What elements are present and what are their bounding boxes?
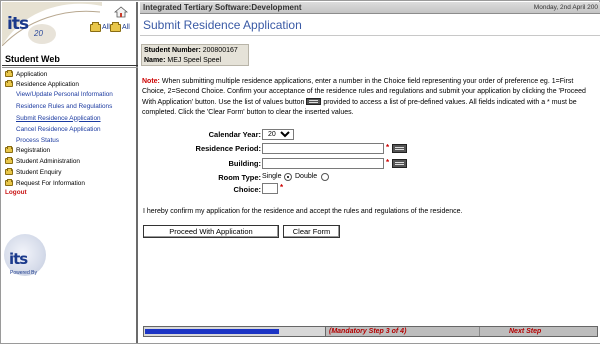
collapse-all-label: All <box>122 24 130 31</box>
logo-area: its 20 All All <box>2 2 138 46</box>
confirmation-text: I hereby confirm my application for the … <box>143 208 463 215</box>
folder-icon <box>5 70 13 77</box>
sidebar-title: Student Web <box>5 54 60 64</box>
sidebar-item-label: Residence Application <box>16 80 79 88</box>
sidebar-item-submit-residence-application[interactable]: Submit Residence Application <box>16 113 101 123</box>
page-title: Submit Residence Application <box>143 18 302 32</box>
required-asterisk: * <box>386 158 390 167</box>
expand-all-link[interactable]: All <box>90 21 110 33</box>
progress-track <box>144 327 326 336</box>
top-bar: Integrated Tertiary Software:Development… <box>140 2 600 14</box>
sidebar-item-label: Student Enquiry <box>16 168 62 176</box>
folder-open-icon <box>90 21 101 32</box>
collapse-all-link[interactable]: All <box>110 21 130 33</box>
room-single-radio[interactable] <box>284 173 292 181</box>
student-info-box: Student Number: 200800167 Name: MEJ Spee… <box>141 44 249 66</box>
sidebar-item-label: Residence Rules and Regulations <box>16 102 113 110</box>
logout-link[interactable]: Logout <box>5 187 27 197</box>
folder-open-icon <box>5 80 13 87</box>
choice-label: Choice: <box>233 185 261 194</box>
residence-period-lov-button[interactable] <box>392 144 407 153</box>
logout-label: Logout <box>5 188 27 196</box>
sidebar-item-residence-application[interactable]: Residence Application <box>5 79 79 89</box>
student-number-label: Student Number: <box>144 47 201 54</box>
student-name-value: MEJ Speel Speel <box>167 57 222 64</box>
divider <box>2 65 138 66</box>
residence-period-row: Residence Period: <box>140 143 261 154</box>
calendar-year-row: Calendar Year: <box>140 129 261 140</box>
calendar-year-select[interactable]: 2007 <box>262 129 294 140</box>
step-indicator: (Mandatory Step 3 of 4) <box>329 328 407 335</box>
home-icon[interactable] <box>114 6 128 18</box>
student-name-line: Name: MEJ Speel Speel <box>144 56 246 66</box>
main-content: Integrated Tertiary Software:Development… <box>140 2 600 343</box>
residence-period-label: Residence Period: <box>195 144 261 153</box>
divider <box>479 327 480 336</box>
next-step-link[interactable]: Next Step <box>509 328 541 335</box>
current-date: Monday, 2nd April 200 <box>533 4 598 11</box>
sidebar-item-label: Cancel Residence Application <box>16 125 101 133</box>
sidebar-item-student-administration[interactable]: Student Administration <box>5 156 80 166</box>
sidebar-item-view-update-personal-information[interactable]: View/Update Personal Information <box>16 89 113 99</box>
powered-by-text: Powered By <box>10 270 37 276</box>
required-asterisk: * <box>386 143 390 152</box>
powered-its-logo: its <box>9 250 28 268</box>
instructions-note: Note: When submitting multiple residence… <box>142 77 598 119</box>
sidebar-item-label: Application <box>16 70 48 78</box>
room-double-label: Double <box>295 173 318 180</box>
sidebar-item-residence-rules[interactable]: Residence Rules and Regulations <box>16 101 112 111</box>
divider <box>140 35 600 36</box>
required-asterisk: * <box>280 183 284 192</box>
student-number-value: 200800167 <box>202 47 238 54</box>
sidebar-item-label: Process Status <box>16 136 59 144</box>
sidebar-item-label: Submit Residence Application <box>16 114 101 122</box>
sidebar-item-label: Student Administration <box>16 157 80 165</box>
room-single-label: Single <box>262 173 282 180</box>
progress-fill <box>145 329 279 334</box>
student-number-line: Student Number: 200800167 <box>144 46 246 56</box>
browser-frame: its 20 All All Student Web Application R… <box>0 0 600 344</box>
building-lov-button[interactable] <box>392 159 407 168</box>
sidebar-item-cancel-residence-application[interactable]: Cancel Residence Application <box>16 124 101 134</box>
version-badge: 20 <box>34 29 43 38</box>
folder-icon <box>5 168 13 175</box>
sidebar-item-label: Request For Information <box>16 179 85 187</box>
folder-icon <box>5 179 13 186</box>
folder-icon <box>5 157 13 164</box>
sidebar-item-registration[interactable]: Registration <box>5 145 50 155</box>
expand-all-label: All <box>102 24 110 31</box>
student-name-label: Name: <box>144 57 166 64</box>
note-label: Note: <box>142 78 160 85</box>
folder-closed-icon <box>110 21 121 32</box>
proceed-with-application-button[interactable]: Proceed With Application <box>143 225 279 238</box>
sidebar-item-student-enquiry[interactable]: Student Enquiry <box>5 167 61 177</box>
clear-form-button[interactable]: Clear Form <box>283 225 340 238</box>
calendar-year-label: Calendar Year: <box>208 130 261 139</box>
choice-input[interactable] <box>262 183 278 194</box>
sidebar-item-process-status[interactable]: Process Status <box>16 135 59 145</box>
list-of-values-icon <box>306 98 322 106</box>
step-progress-bar: (Mandatory Step 3 of 4) Next Step <box>143 326 598 337</box>
its-logo: its <box>7 14 29 34</box>
sidebar-item-label: View/Update Personal Information <box>16 90 113 98</box>
sidebar-item-label: Registration <box>16 146 51 154</box>
building-label: Building: <box>228 159 262 168</box>
building-row: Building: <box>140 158 262 169</box>
folder-icon <box>5 146 13 153</box>
room-type-row: Room Type: <box>140 172 261 183</box>
divider <box>2 67 138 68</box>
app-title: Integrated Tertiary Software:Development <box>143 3 302 12</box>
building-input[interactable] <box>262 158 384 169</box>
sidebar-item-application[interactable]: Application <box>5 69 47 79</box>
room-double-radio[interactable] <box>321 173 329 181</box>
powered-by-logo: its Powered By <box>4 234 64 290</box>
sidebar: its 20 All All Student Web Application R… <box>2 2 138 343</box>
room-type-label: Room Type: <box>218 173 261 182</box>
residence-period-input[interactable] <box>262 143 384 154</box>
choice-row: Choice: <box>140 184 261 195</box>
